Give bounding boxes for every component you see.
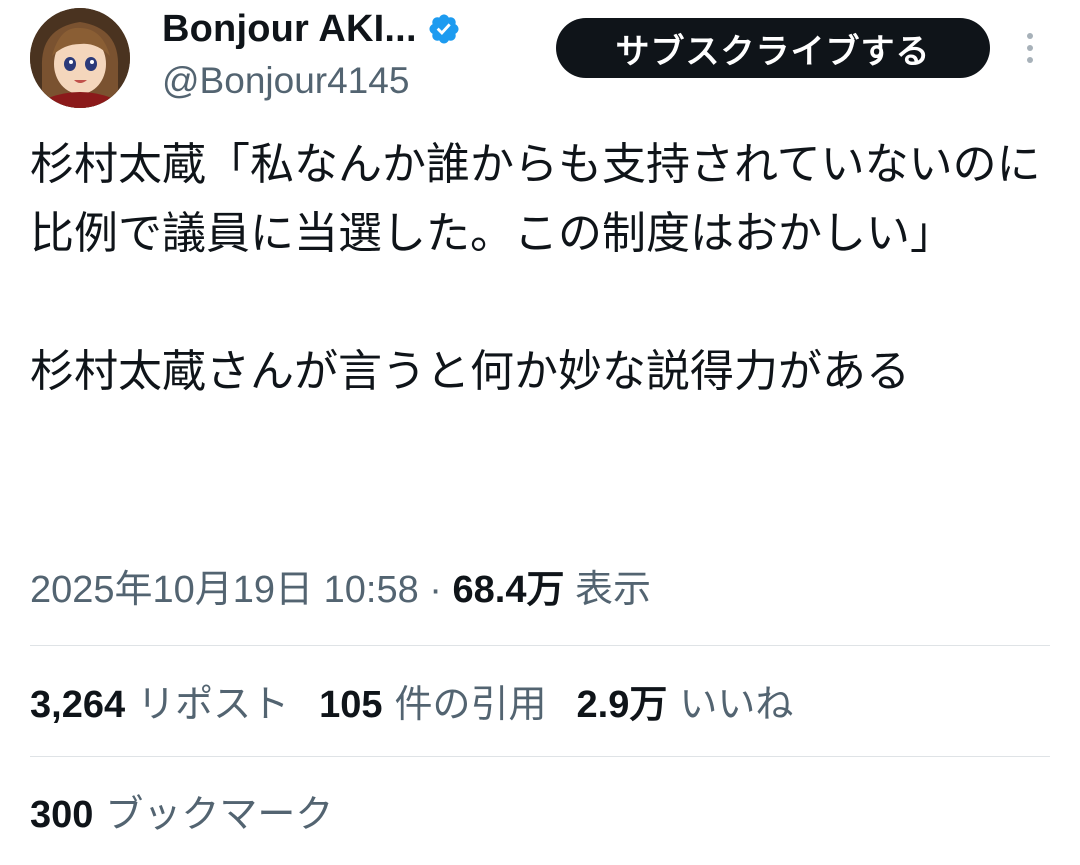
views-label: 表示	[575, 569, 652, 611]
quotes-label: 件の引用	[394, 684, 547, 726]
reposts-label: リポスト	[137, 684, 290, 726]
quotes-count: 105	[319, 684, 383, 726]
user-handle[interactable]: @Bonjour4145	[162, 60, 409, 102]
bookmarks-label: ブックマーク	[105, 794, 334, 836]
more-options-icon[interactable]	[1018, 28, 1042, 68]
bookmarks-stat[interactable]: 300 ブックマーク	[30, 785, 333, 845]
user-avatar[interactable]	[30, 8, 130, 108]
reposts-count: 3,264	[30, 684, 126, 726]
views-count: 68.4万	[452, 569, 565, 611]
likes-label: いいね	[679, 684, 794, 726]
quotes-stat[interactable]: 105 件の引用	[319, 675, 546, 735]
bookmarks-count: 300	[30, 794, 94, 836]
tweet-timestamp[interactable]: 2025年10月19日 10:58	[30, 569, 419, 611]
divider	[30, 645, 1050, 646]
subscribe-button[interactable]: サブスクライブする	[556, 18, 990, 78]
meta-separator: ·	[418, 569, 453, 611]
tweet-meta: 2025年10月19日 10:58 · 68.4万 表示	[30, 560, 651, 620]
likes-stat[interactable]: 2.9万 いいね	[577, 675, 794, 735]
display-name[interactable]: Bonjour AKI...	[162, 8, 417, 51]
tweet-text: 杉村太蔵「私なんか誰からも支持されていないのに比例で議員に当選した。この制度はお…	[30, 139, 1041, 397]
likes-count: 2.9万	[576, 684, 668, 726]
bookmark-stats: 300 ブックマーク	[30, 785, 333, 845]
verified-badge-icon	[429, 14, 459, 44]
divider	[30, 756, 1050, 757]
reposts-stat[interactable]: 3,264 リポスト	[30, 675, 289, 735]
engagement-stats: 3,264 リポスト 105 件の引用 2.9万 いいね	[30, 675, 793, 735]
user-name-row: Bonjour AKI...	[162, 6, 461, 52]
avatar-image	[30, 8, 130, 108]
tweet-detail: Bonjour AKI... @Bonjour4145 サブスクライブする 杉村…	[0, 0, 1080, 865]
